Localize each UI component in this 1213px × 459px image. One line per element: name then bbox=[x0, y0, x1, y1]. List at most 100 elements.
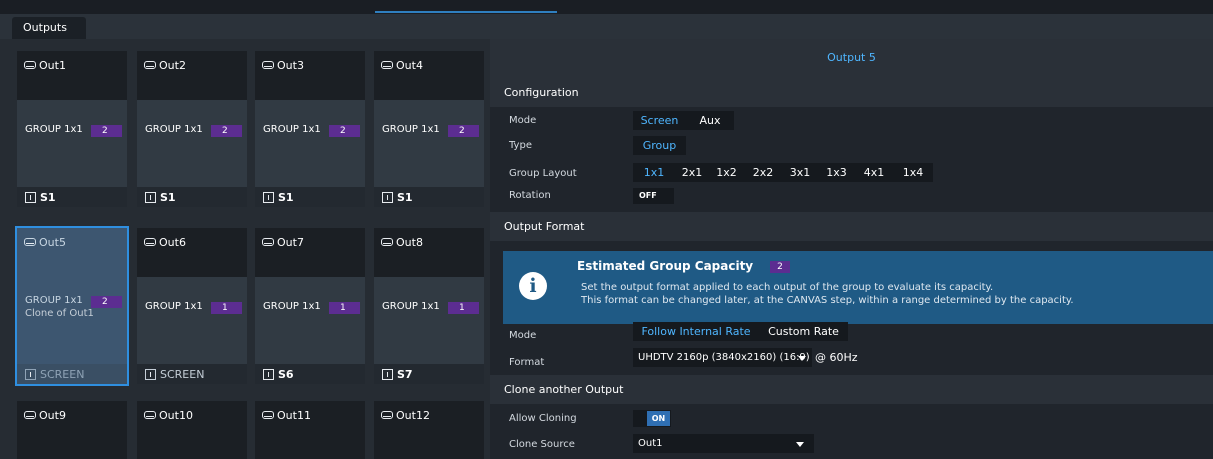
output-card-5[interactable]: Out5 GROUP 1x1 2 Clone of Out1 SCREEN bbox=[15, 226, 129, 386]
group-label: GROUP 1x1 bbox=[25, 295, 83, 306]
panel-title: Output 5 bbox=[827, 51, 876, 64]
info-icon: i bbox=[519, 272, 547, 300]
card-header: Out8 bbox=[374, 228, 484, 277]
group-count-badge: 2 bbox=[91, 125, 122, 137]
monitor-icon bbox=[144, 238, 156, 246]
output-card-11[interactable]: Out11 bbox=[255, 401, 365, 459]
layout-1x1-button[interactable]: 1x1 bbox=[633, 163, 675, 182]
card-body bbox=[17, 277, 127, 364]
output-name: Out8 bbox=[396, 236, 423, 249]
slot-label: S1 bbox=[40, 191, 56, 204]
layout-1x2-button[interactable]: 1x2 bbox=[709, 163, 744, 182]
monitor-icon bbox=[144, 411, 156, 419]
slot-icon bbox=[382, 369, 393, 380]
allow-cloning-toggle[interactable]: ON bbox=[647, 411, 670, 426]
output-card-2[interactable]: Out2 GROUP 1x1 2 S1 bbox=[137, 51, 247, 207]
output-name: Out12 bbox=[396, 409, 430, 422]
layout-4x1-button[interactable]: 4x1 bbox=[855, 163, 893, 182]
follow-internal-rate-button[interactable]: Follow Internal Rate bbox=[633, 322, 759, 341]
group-count-badge: 2 bbox=[91, 296, 122, 308]
slot-label: S1 bbox=[278, 191, 294, 204]
layout-2x1-button[interactable]: 2x1 bbox=[675, 163, 709, 182]
clone-source-label: Clone Source bbox=[509, 439, 575, 450]
capacity-badge: 2 bbox=[770, 261, 790, 273]
output-card-12[interactable]: Out12 bbox=[374, 401, 484, 459]
active-indicator bbox=[375, 11, 557, 13]
clone-header: Clone another Output bbox=[490, 375, 1213, 404]
group-layout-label: Group Layout bbox=[509, 168, 577, 179]
output-card-7[interactable]: Out7 GROUP 1x1 1 S6 bbox=[255, 228, 365, 384]
rotation-label: Rotation bbox=[509, 190, 551, 201]
chevron-down-icon bbox=[796, 442, 804, 447]
allow-cloning-label: Allow Cloning bbox=[509, 413, 577, 424]
card-body bbox=[374, 100, 484, 187]
group-label: GROUP 1x1 bbox=[263, 124, 321, 135]
output-card-9[interactable]: Out9 bbox=[17, 401, 127, 459]
monitor-icon bbox=[24, 61, 36, 69]
format-select[interactable]: UHDTV 2160p (3840x2160) (16:9) bbox=[633, 348, 812, 367]
chevron-down-icon bbox=[798, 356, 806, 361]
slot-icon bbox=[263, 369, 274, 380]
output-card-4[interactable]: Out4 GROUP 1x1 2 S1 bbox=[374, 51, 484, 207]
card-body bbox=[255, 277, 365, 364]
output-card-1[interactable]: Out1 GROUP 1x1 2 S1 bbox=[17, 51, 127, 207]
monitor-icon bbox=[24, 238, 36, 246]
tab-outputs[interactable]: Outputs bbox=[12, 17, 86, 39]
card-header: Out11 bbox=[255, 401, 365, 459]
slot-icon bbox=[25, 369, 36, 380]
group-count-badge: 2 bbox=[448, 125, 479, 137]
info-title: Estimated Group Capacity bbox=[577, 259, 754, 273]
section-title: Configuration bbox=[504, 86, 579, 99]
mode-screen-button[interactable]: Screen bbox=[633, 111, 686, 130]
group-label: GROUP 1x1 bbox=[25, 124, 83, 135]
output-card-6[interactable]: Out6 GROUP 1x1 1 SCREEN bbox=[137, 228, 247, 384]
rotation-toggle[interactable]: OFF bbox=[633, 188, 674, 204]
output-name: Out2 bbox=[159, 59, 186, 72]
monitor-icon bbox=[262, 61, 274, 69]
card-header: Out6 bbox=[137, 228, 247, 277]
format-label: Format bbox=[509, 357, 545, 368]
output-name: Out11 bbox=[277, 409, 311, 422]
output-name: Out10 bbox=[159, 409, 193, 422]
output-card-3[interactable]: Out3 GROUP 1x1 2 S1 bbox=[255, 51, 365, 207]
card-header: Out5 bbox=[17, 228, 127, 277]
card-header: Out3 bbox=[255, 51, 365, 100]
output-card-8[interactable]: Out8 GROUP 1x1 1 S7 bbox=[374, 228, 484, 384]
tab-bar: Outputs bbox=[0, 14, 1213, 39]
configuration-header: Configuration bbox=[490, 78, 1213, 107]
output-card-10[interactable]: Out10 bbox=[137, 401, 247, 459]
monitor-icon bbox=[381, 238, 393, 246]
slot-label: SCREEN bbox=[40, 368, 85, 381]
slot-icon bbox=[145, 192, 156, 203]
custom-rate-button[interactable]: Custom Rate bbox=[759, 322, 848, 341]
layout-2x2-button[interactable]: 2x2 bbox=[744, 163, 782, 182]
card-header: Out10 bbox=[137, 401, 247, 459]
group-label: GROUP 1x1 bbox=[145, 301, 203, 312]
group-count-badge: 1 bbox=[329, 302, 360, 314]
monitor-icon bbox=[144, 61, 156, 69]
layout-1x3-button[interactable]: 1x3 bbox=[818, 163, 855, 182]
group-label: GROUP 1x1 bbox=[382, 124, 440, 135]
card-header: Out2 bbox=[137, 51, 247, 100]
output-name: Out1 bbox=[39, 59, 66, 72]
mode-label: Mode bbox=[509, 115, 537, 126]
slot-label: S1 bbox=[397, 191, 413, 204]
card-header: Out9 bbox=[17, 401, 127, 459]
top-strip bbox=[0, 0, 1213, 14]
layout-1x4-button[interactable]: 1x4 bbox=[893, 163, 933, 182]
mode-aux-button[interactable]: Aux bbox=[686, 111, 734, 130]
monitor-icon bbox=[262, 238, 274, 246]
group-count-badge: 1 bbox=[211, 302, 242, 314]
clone-source-select[interactable]: Out1 bbox=[633, 434, 814, 453]
type-group-button[interactable]: Group bbox=[633, 136, 686, 155]
format-value: UHDTV 2160p (3840x2160) (16:9) bbox=[638, 352, 810, 363]
card-body bbox=[17, 100, 127, 187]
slot-icon bbox=[145, 369, 156, 380]
monitor-icon bbox=[381, 411, 393, 419]
clone-label: Clone of Out1 bbox=[25, 308, 94, 319]
slot-label: S6 bbox=[278, 368, 294, 381]
layout-3x1-button[interactable]: 3x1 bbox=[782, 163, 818, 182]
card-body bbox=[137, 100, 247, 187]
section-title: Output Format bbox=[504, 220, 585, 233]
output-name: Out5 bbox=[39, 236, 66, 249]
